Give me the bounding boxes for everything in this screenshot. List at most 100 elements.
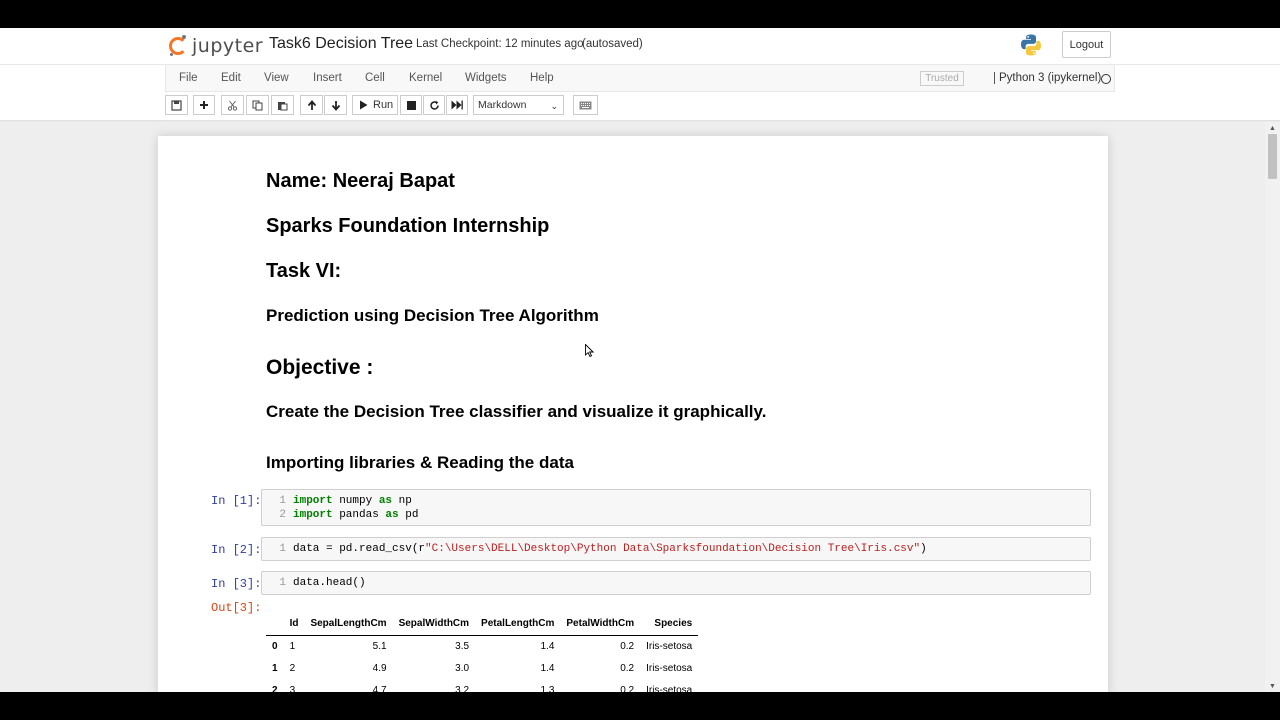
python-logo-icon [1021,34,1041,56]
paste-icon [278,101,288,110]
table-cell: Iris-setosa [646,684,693,693]
checkpoint-status: Last Checkpoint: 12 minutes ago [416,38,584,50]
table-cell: Iris-setosa [646,662,693,674]
cell-type-value: Markdown [478,99,527,111]
notebook-name[interactable]: Task6 Decision Tree [269,35,413,53]
table-header-row: Id SepalLengthCm SepalWidthCm PetalLengt… [266,613,699,636]
table-cell: 0.2 [620,662,635,674]
run-button[interactable]: Run [352,95,398,115]
cell-prompt-out-3: Out[3]: [211,601,262,615]
menu-bar: File Edit View Insert Cell Kernel Widget… [0,64,1280,92]
autosave-status: (autosaved) [582,38,643,50]
cell-prompt-in-3: In [3]: [211,577,262,591]
run-icon [360,100,368,110]
scroll-down-icon[interactable]: ▼ [1269,683,1276,690]
table-cell: 5.1 [372,640,387,652]
save-button[interactable] [165,95,188,115]
notebook-container: Name: Neeraj Bapat Sparks Foundation Int… [158,136,1108,692]
line-number: 1 [279,543,286,555]
dataframe-output-table: Id SepalLengthCm SepalWidthCm PetalLengt… [266,613,699,693]
move-down-button[interactable] [324,95,347,115]
table-header-cell: SepalLengthCm [304,613,393,636]
kernel-name: Python 3 (ipykernel) [994,72,1101,84]
kernel-idle-icon [1101,74,1111,84]
code-line: import numpy as np [293,495,412,507]
command-palette-button[interactable] [573,95,598,115]
code-cell-2[interactable]: 1 data = pd.read_csv(r"C:\Users\DELL\Des… [261,537,1091,561]
table-cell: 1 [289,640,296,652]
toolbar: Run Markdown ⌄ [0,92,1280,120]
table-cell: 4.9 [372,662,387,674]
cell-prompt-in-2: In [2]: [211,543,262,557]
code-line: import pandas as pd [293,509,419,521]
menu-insert[interactable]: Insert [313,72,342,84]
table-header-cell: Species [640,613,699,636]
row-index: 0 [272,640,278,652]
table-cell: Iris-setosa [646,640,693,652]
menu-help[interactable]: Help [530,72,554,84]
code-line: data.head() [293,577,366,589]
cell-prompt-in-1: In [1]: [211,494,262,508]
menu-widgets[interactable]: Widgets [465,72,507,84]
jupyter-logo-icon [168,35,188,57]
restart-run-all-button[interactable] [446,95,468,115]
table-cell: 0.2 [620,684,635,693]
table-cell: 3.0 [455,662,470,674]
run-label: Run [373,99,394,111]
cut-icon [227,100,238,111]
line-number: 2 [279,509,286,521]
code-cell-1[interactable]: 1 import numpy as np 2 import pandas as … [261,489,1091,526]
table-header-cell: PetalLengthCm [475,613,561,636]
markdown-task-heading: Task VI: [266,260,342,282]
table-cell: 3 [289,684,296,693]
restart-button[interactable] [423,95,445,115]
cut-button[interactable] [221,95,244,115]
markdown-objective-text: Create the Decision Tree classifier and … [266,402,767,421]
menu-file[interactable]: File [179,72,198,84]
arrow-up-icon [307,99,316,110]
jupyter-logo[interactable]: jupyter [168,31,263,61]
cell-type-select[interactable]: Markdown ⌄ [473,95,564,115]
table-header-cell: Id [283,613,305,636]
scroll-up-icon[interactable]: ▲ [1269,125,1276,132]
insert-cell-button[interactable] [193,95,215,115]
line-number: 1 [279,495,286,507]
markdown-subtitle: Prediction using Decision Tree Algorithm [266,306,599,325]
trusted-badge[interactable]: Trusted [920,71,964,86]
table-header-cell [266,613,284,636]
code-cell-3[interactable]: 1 data.head() [261,571,1091,595]
markdown-org-heading: Sparks Foundation Internship [266,215,550,237]
table-cell: 1.4 [540,662,555,674]
menu-edit[interactable]: Edit [221,72,241,84]
paste-button[interactable] [271,95,294,115]
plus-icon [200,101,208,109]
menu-bar-inner: File Edit View Insert Cell Kernel Widget… [165,65,1115,92]
markdown-objective-heading: Objective : [266,356,374,379]
toolbar-divider [0,120,1280,122]
table-header-cell: SepalWidthCm [392,613,476,636]
table-cell: 1.4 [540,640,555,652]
interrupt-button[interactable] [400,95,422,115]
table-header-cell: PetalWidthCm [560,613,641,636]
table-cell: 2 [289,662,296,674]
menu-kernel[interactable]: Kernel [409,72,442,84]
fast-forward-icon [451,100,463,110]
save-icon [171,99,182,111]
row-index: 1 [272,662,278,674]
copy-button[interactable] [246,95,269,115]
scrollbar-thumb[interactable] [1268,134,1277,179]
table-row: 1 2 4.9 3.0 1.4 0.2 Iris-setosa [266,657,698,679]
move-up-button[interactable] [300,95,323,115]
table-row: 2 3 4.7 3.2 1.3 0.2 Iris-setosa [266,679,698,693]
jupyter-logo-text: jupyter [192,35,264,57]
menu-cell[interactable]: Cell [365,72,385,84]
markdown-section-heading: Importing libraries & Reading the data [266,453,574,472]
chevron-down-icon: ⌄ [550,101,558,111]
menu-view[interactable]: View [264,72,289,84]
logout-button[interactable]: Logout [1062,31,1111,58]
table-cell: 1.3 [540,684,555,693]
markdown-name-heading: Name: Neeraj Bapat [266,170,455,192]
vertical-scrollbar[interactable]: ▲ ▼ [1265,122,1280,692]
table-cell: 3.5 [455,640,470,652]
row-index: 2 [272,684,278,693]
